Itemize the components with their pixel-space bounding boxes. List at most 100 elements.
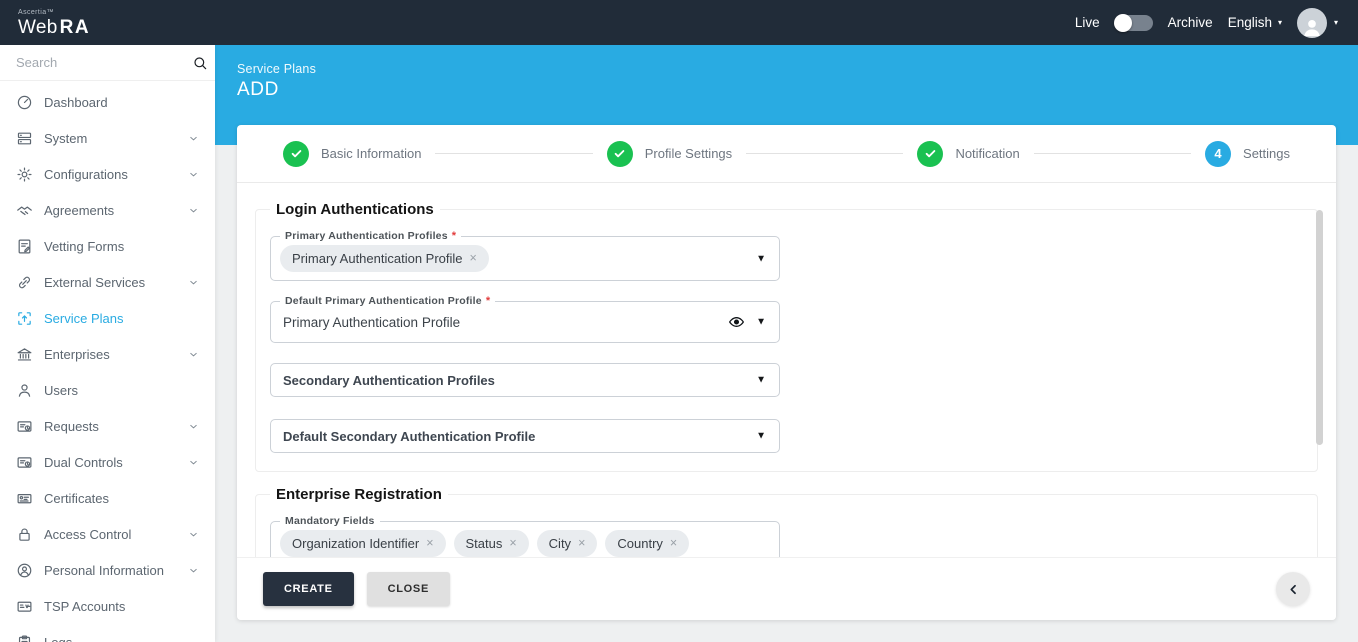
link-icon	[16, 274, 33, 291]
remove-chip-icon[interactable]: ×	[509, 536, 516, 550]
step-connector	[435, 153, 592, 154]
sidebar-item-external-services[interactable]: External Services	[0, 264, 215, 300]
form-scroll-area: Login Authentications Primary Authentica…	[237, 183, 1336, 557]
chevron-down-icon	[188, 457, 199, 468]
sidebar-item-label: Configurations	[44, 167, 128, 182]
sidebar-nav: DashboardSystem Configurations Agreements V…	[0, 81, 215, 642]
certificate-icon	[16, 490, 33, 507]
secondary-auth-profiles-field[interactable]: Secondary Authentication Profiles ▼	[270, 363, 780, 397]
create-button[interactable]: CREATE	[263, 572, 354, 606]
id-card-icon	[16, 598, 33, 615]
chip: Country×	[605, 530, 689, 557]
field-label: Primary Authentication Profiles	[285, 230, 448, 243]
toggle-knob[interactable]	[1114, 14, 1132, 32]
chip-label: Status	[466, 536, 503, 551]
chevron-left-icon	[1286, 582, 1301, 597]
bank-icon	[16, 346, 33, 363]
eye-icon[interactable]	[728, 314, 745, 331]
step-connector	[746, 153, 903, 154]
required-asterisk: *	[452, 230, 456, 243]
top-bar-controls: Live Archive English ▾ ▾	[1075, 8, 1338, 38]
sidebar-item-logs[interactable]: Logs	[0, 624, 215, 642]
person-circle-icon	[16, 562, 33, 579]
close-button[interactable]: CLOSE	[367, 572, 450, 606]
chevron-down-icon	[188, 205, 199, 216]
step-basic-information[interactable]: Basic Information	[283, 141, 421, 167]
field-label: Default Primary Authentication Profile	[285, 295, 482, 308]
enterprise-registration-section: Enterprise Registration Mandatory Fields…	[255, 486, 1318, 557]
search-input[interactable]	[16, 55, 192, 70]
avatar[interactable]	[1297, 8, 1327, 38]
form-icon	[16, 238, 33, 255]
remove-chip-icon[interactable]: ×	[578, 536, 585, 550]
user-icon	[16, 382, 33, 399]
primary-auth-profiles-field[interactable]: Primary Authentication Profiles* Primary…	[270, 236, 780, 281]
stepper: Basic Information Profile Settings Notific…	[237, 125, 1336, 183]
remove-chip-icon[interactable]: ×	[426, 536, 433, 550]
language-selector[interactable]: English ▾	[1228, 15, 1282, 30]
step-notification[interactable]: Notification	[917, 141, 1019, 167]
sidebar-item-service-plans[interactable]: Service Plans	[0, 300, 215, 336]
user-menu[interactable]: ▾	[1297, 8, 1338, 38]
sidebar-item-configurations[interactable]: Configurations	[0, 156, 215, 192]
dropdown-caret-icon[interactable]: ▼	[756, 431, 766, 442]
sidebar-item-enterprises[interactable]: Enterprises	[0, 336, 215, 372]
default-secondary-auth-profile-field[interactable]: Default Secondary Authentication Profile…	[270, 419, 780, 453]
remove-chip-icon[interactable]: ×	[470, 251, 477, 265]
scrollbar-thumb[interactable]	[1316, 210, 1323, 445]
check-icon	[917, 141, 943, 167]
remove-chip-icon[interactable]: ×	[670, 536, 677, 550]
sidebar-item-users[interactable]: Users	[0, 372, 215, 408]
sidebar-item-system[interactable]: System	[0, 120, 215, 156]
sidebar-item-access-control[interactable]: Access Control	[0, 516, 215, 552]
dropdown-caret-icon[interactable]: ▼	[756, 375, 766, 386]
sidebar-item-certificates[interactable]: Certificates	[0, 480, 215, 516]
sidebar-item-tsp-accounts[interactable]: TSP Accounts	[0, 588, 215, 624]
sidebar-item-label: Dual Controls	[44, 455, 123, 470]
step-label: Basic Information	[321, 146, 421, 161]
chevron-down-icon	[188, 277, 199, 288]
default-primary-auth-profile-field[interactable]: Default Primary Authentication Profile* …	[270, 301, 780, 343]
chip-label: Primary Authentication Profile	[292, 251, 463, 266]
sidebar-search	[0, 45, 215, 81]
field-placeholder: Default Secondary Authentication Profile	[283, 429, 535, 444]
sidebar-item-label: Certificates	[44, 491, 109, 506]
step-profile-settings[interactable]: Profile Settings	[607, 141, 732, 167]
person-icon	[1300, 16, 1324, 38]
dropdown-caret-icon[interactable]: ▼	[756, 253, 766, 264]
sidebar-item-label: TSP Accounts	[44, 599, 125, 614]
sidebar-item-agreements[interactable]: Agreements	[0, 192, 215, 228]
back-button[interactable]	[1276, 572, 1310, 606]
step-settings[interactable]: 4Settings	[1205, 141, 1290, 167]
logs-icon	[16, 634, 33, 642]
chip-label: Organization Identifier	[292, 536, 419, 551]
sidebar-item-label: Requests	[44, 419, 99, 434]
chevron-down-icon	[188, 133, 199, 144]
sidebar-item-label: Enterprises	[44, 347, 110, 362]
sidebar-item-dual-controls[interactable]: Dual Controls	[0, 444, 215, 480]
gear-icon	[16, 166, 33, 183]
search-icon[interactable]	[192, 55, 208, 71]
system-icon	[16, 130, 33, 147]
step-connector	[1034, 153, 1191, 154]
dashboard-icon	[16, 94, 33, 111]
chevron-down-icon	[188, 529, 199, 540]
sidebar-item-requests[interactable]: Requests	[0, 408, 215, 444]
sidebar-item-vetting-forms[interactable]: Vetting Forms	[0, 228, 215, 264]
dropdown-caret-icon[interactable]: ▼	[756, 317, 766, 328]
chevron-down-icon	[188, 565, 199, 576]
live-archive-toggle[interactable]	[1115, 15, 1153, 31]
wizard-footer: CREATE CLOSE	[237, 557, 1336, 620]
live-label: Live	[1075, 15, 1100, 30]
sidebar-item-label: Vetting Forms	[44, 239, 124, 254]
sidebar: DashboardSystem Configurations Agreements V…	[0, 45, 215, 642]
section-title: Login Authentications	[270, 201, 440, 218]
sidebar-item-dashboard[interactable]: Dashboard	[0, 84, 215, 120]
mandatory-fields-field[interactable]: Mandatory Fields Organization Identifier…	[270, 521, 780, 557]
required-asterisk: *	[486, 295, 490, 308]
step-label: Notification	[955, 146, 1019, 161]
sidebar-item-personal-information[interactable]: Personal Information	[0, 552, 215, 588]
language-label: English	[1228, 15, 1272, 30]
app-logo: Ascertia™ WebRA	[18, 9, 90, 37]
chip-label: City	[549, 536, 571, 551]
